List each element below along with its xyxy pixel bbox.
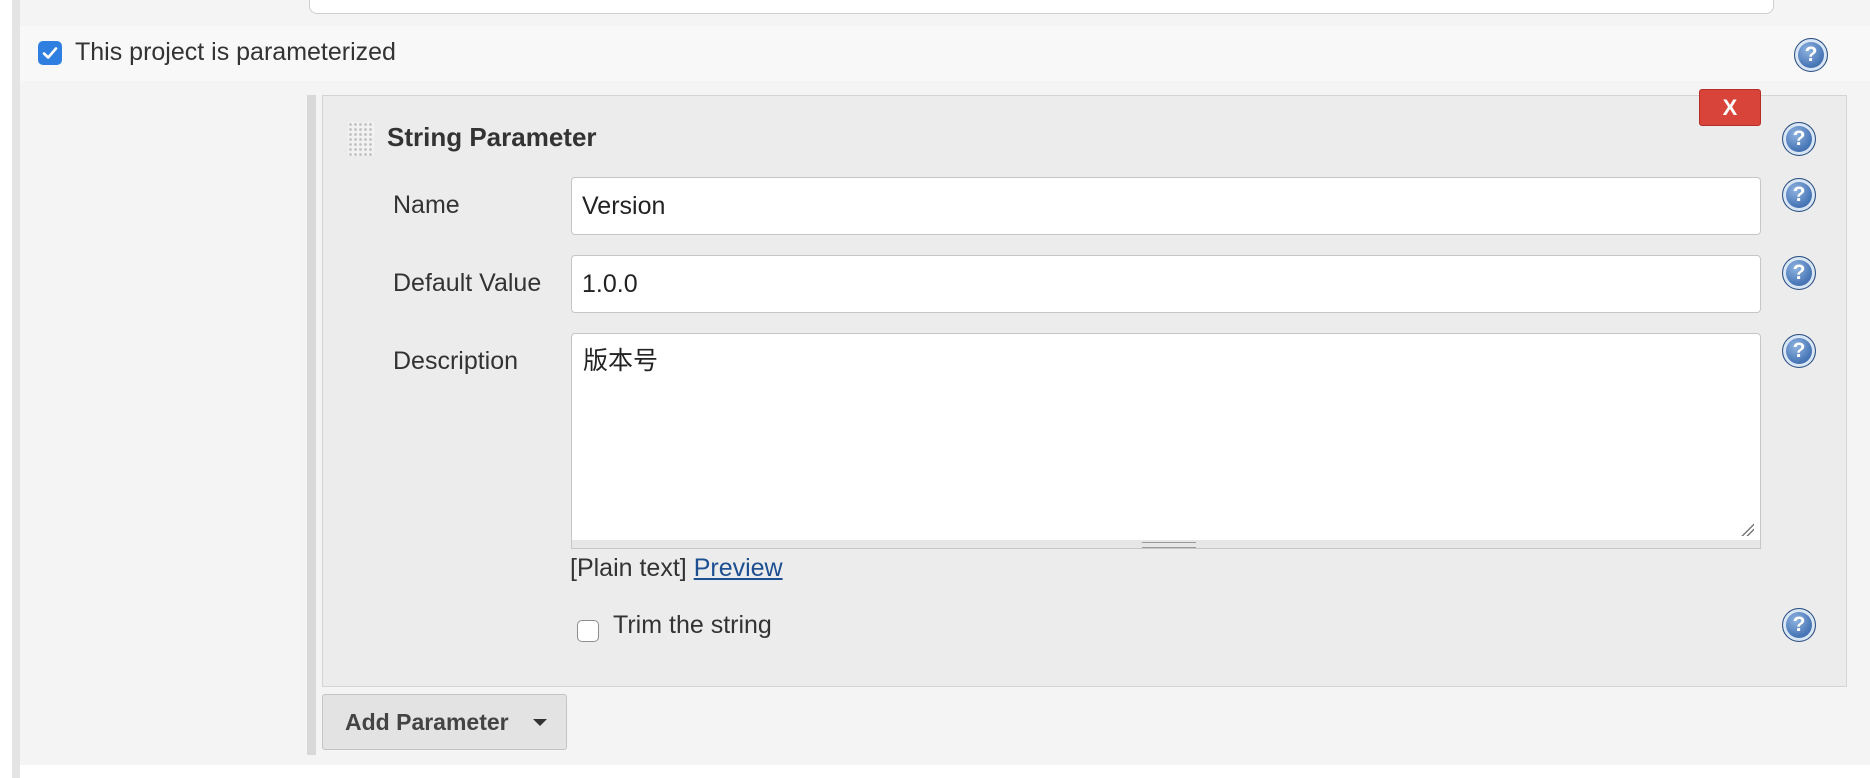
- parameterized-checkbox[interactable]: [38, 41, 62, 65]
- trim-string-label: Trim the string: [613, 611, 772, 639]
- check-icon: [42, 47, 58, 59]
- trim-string-checkbox[interactable]: [577, 620, 599, 642]
- description-label: Description: [393, 347, 519, 375]
- drag-handle-icon[interactable]: [348, 122, 374, 156]
- textarea-resize-grip[interactable]: [571, 540, 1761, 549]
- delete-parameter-button[interactable]: X: [1699, 89, 1761, 126]
- markup-mode-text: [Plain text]: [570, 554, 687, 582]
- help-icon[interactable]: ?: [1782, 178, 1816, 212]
- previous-field-input[interactable]: [309, 0, 1774, 14]
- preview-link[interactable]: Preview: [694, 554, 783, 582]
- help-icon[interactable]: ?: [1782, 122, 1816, 156]
- name-input[interactable]: [571, 177, 1761, 235]
- add-parameter-label: Add Parameter: [345, 709, 509, 735]
- default-value-label: Default Value: [393, 269, 542, 297]
- name-label: Name: [393, 191, 460, 219]
- parameters-rule: [307, 95, 316, 755]
- help-icon[interactable]: ?: [1782, 608, 1816, 642]
- description-textarea[interactable]: 版本号: [571, 333, 1761, 541]
- resize-corner-icon[interactable]: [1740, 522, 1754, 536]
- add-parameter-button[interactable]: Add Parameter: [322, 694, 567, 750]
- chevron-down-icon: [533, 719, 547, 726]
- parameter-type-title: String Parameter: [387, 122, 597, 152]
- help-icon[interactable]: ?: [1794, 38, 1828, 72]
- parameterized-label: This project is parameterized: [75, 38, 396, 66]
- left-gutter: [12, 0, 20, 778]
- help-icon[interactable]: ?: [1782, 256, 1816, 290]
- default-value-input[interactable]: [571, 255, 1761, 313]
- markup-formatter-note: [Plain text] Preview: [570, 554, 783, 583]
- help-icon[interactable]: ?: [1782, 334, 1816, 368]
